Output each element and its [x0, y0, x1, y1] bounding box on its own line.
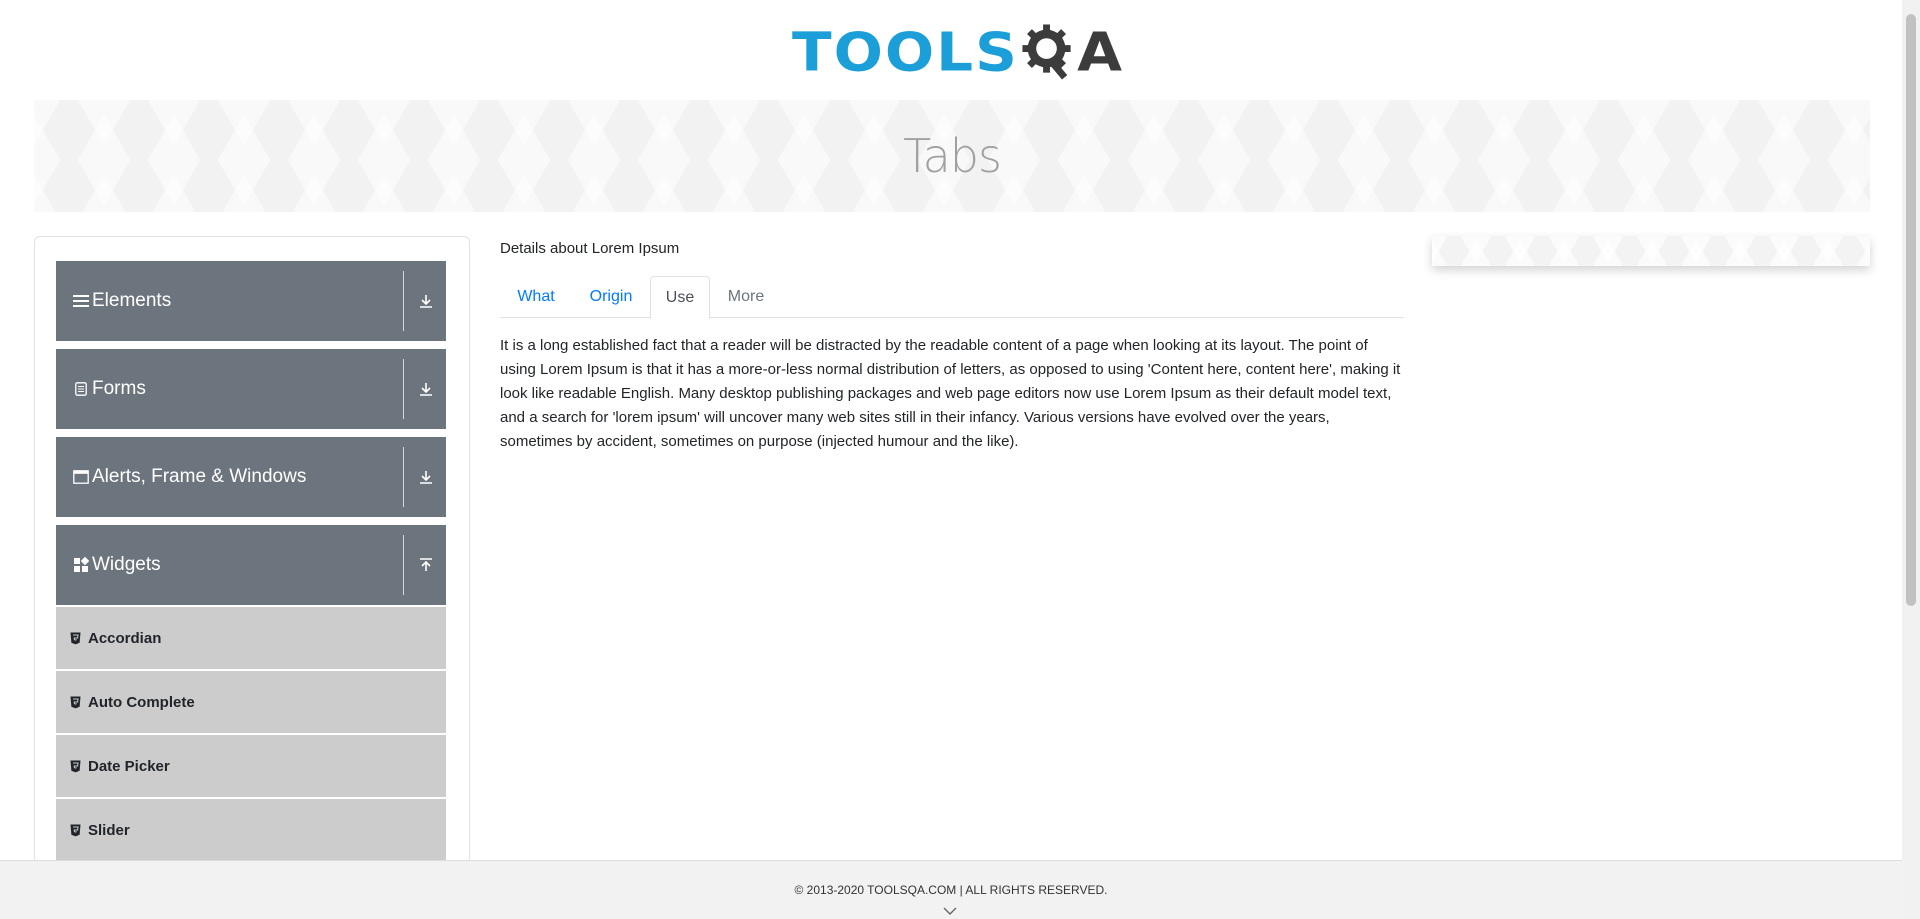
sidebar-item-label: Date Picker [88, 757, 170, 775]
sidebar-group-label: Alerts, Frame & Windows [92, 466, 307, 487]
sidebar-group-label: Forms [92, 378, 146, 399]
expand-down-icon[interactable] [414, 289, 438, 313]
gear-magnifier-icon [1022, 24, 1071, 80]
logo-text-a: A [1077, 20, 1122, 84]
logo-text-tools: TOOLS [792, 20, 1019, 84]
sidebar-group-widgets[interactable]: Widgets [56, 525, 446, 605]
expand-down-icon[interactable] [414, 465, 438, 489]
page-title: Tabs [903, 129, 1002, 183]
tab-list: What Origin Use More [500, 276, 1404, 319]
sidebar-item-date-picker[interactable]: Date Picker [56, 735, 446, 797]
hamburger-icon [73, 293, 89, 309]
vertical-scrollbar[interactable] [1902, 0, 1920, 919]
window-icon [73, 469, 89, 485]
tab-panel-text: It is a long established fact that a rea… [500, 337, 1401, 450]
divider [403, 271, 404, 331]
collapse-up-icon[interactable] [414, 553, 438, 577]
sidebar-item-label: Auto Complete [88, 693, 195, 711]
ad-placeholder [1432, 236, 1870, 266]
sidebar-item-label: Accordian [88, 629, 162, 647]
chevron-down-icon[interactable] [943, 905, 957, 917]
footer: © 2013-2020 TOOLSQA.COM | ALL RIGHTS RES… [0, 860, 1902, 919]
sidebar-item-accordian[interactable]: Accordian [56, 607, 446, 669]
tab-use[interactable]: Use [650, 276, 710, 319]
html5-icon [69, 823, 81, 837]
sidebar-group-elements[interactable]: Elements [56, 261, 446, 341]
page-banner: Tabs [34, 100, 1870, 212]
divider [403, 535, 404, 595]
divider [403, 447, 404, 507]
sidebar-item-slider[interactable]: Slider [56, 799, 446, 861]
toolsqa-logo[interactable]: TOOLS A [792, 12, 1122, 92]
sidebar-group-label: Elements [92, 290, 172, 311]
tab-what[interactable]: What [500, 276, 572, 318]
copyright-text: © 2013-2020 TOOLSQA.COM | ALL RIGHTS RES… [794, 883, 1108, 897]
sidebar-item-label: Slider [88, 821, 130, 839]
tab-origin[interactable]: Origin [572, 276, 650, 318]
expand-down-icon[interactable] [414, 377, 438, 401]
scrollbar-thumb[interactable] [1906, 14, 1916, 606]
divider [403, 359, 404, 419]
html5-icon [69, 695, 81, 709]
sidebar-group-forms[interactable]: Forms [56, 349, 446, 429]
html5-icon [69, 631, 81, 645]
sidebar-group-label: Widgets [92, 554, 161, 575]
left-sidebar: Elements Forms Alerts, Frame & Windows W… [34, 236, 470, 876]
sidebar-item-auto-complete[interactable]: Auto Complete [56, 671, 446, 733]
html5-icon [69, 759, 81, 773]
widgets-icon [73, 557, 89, 573]
document-icon [73, 381, 89, 397]
sidebar-group-alerts-frame-windows[interactable]: Alerts, Frame & Windows [56, 437, 446, 517]
tab-more: More [727, 288, 765, 305]
header: TOOLS A [0, 0, 1902, 100]
details-heading: Details about Lorem Ipsum [500, 240, 680, 257]
